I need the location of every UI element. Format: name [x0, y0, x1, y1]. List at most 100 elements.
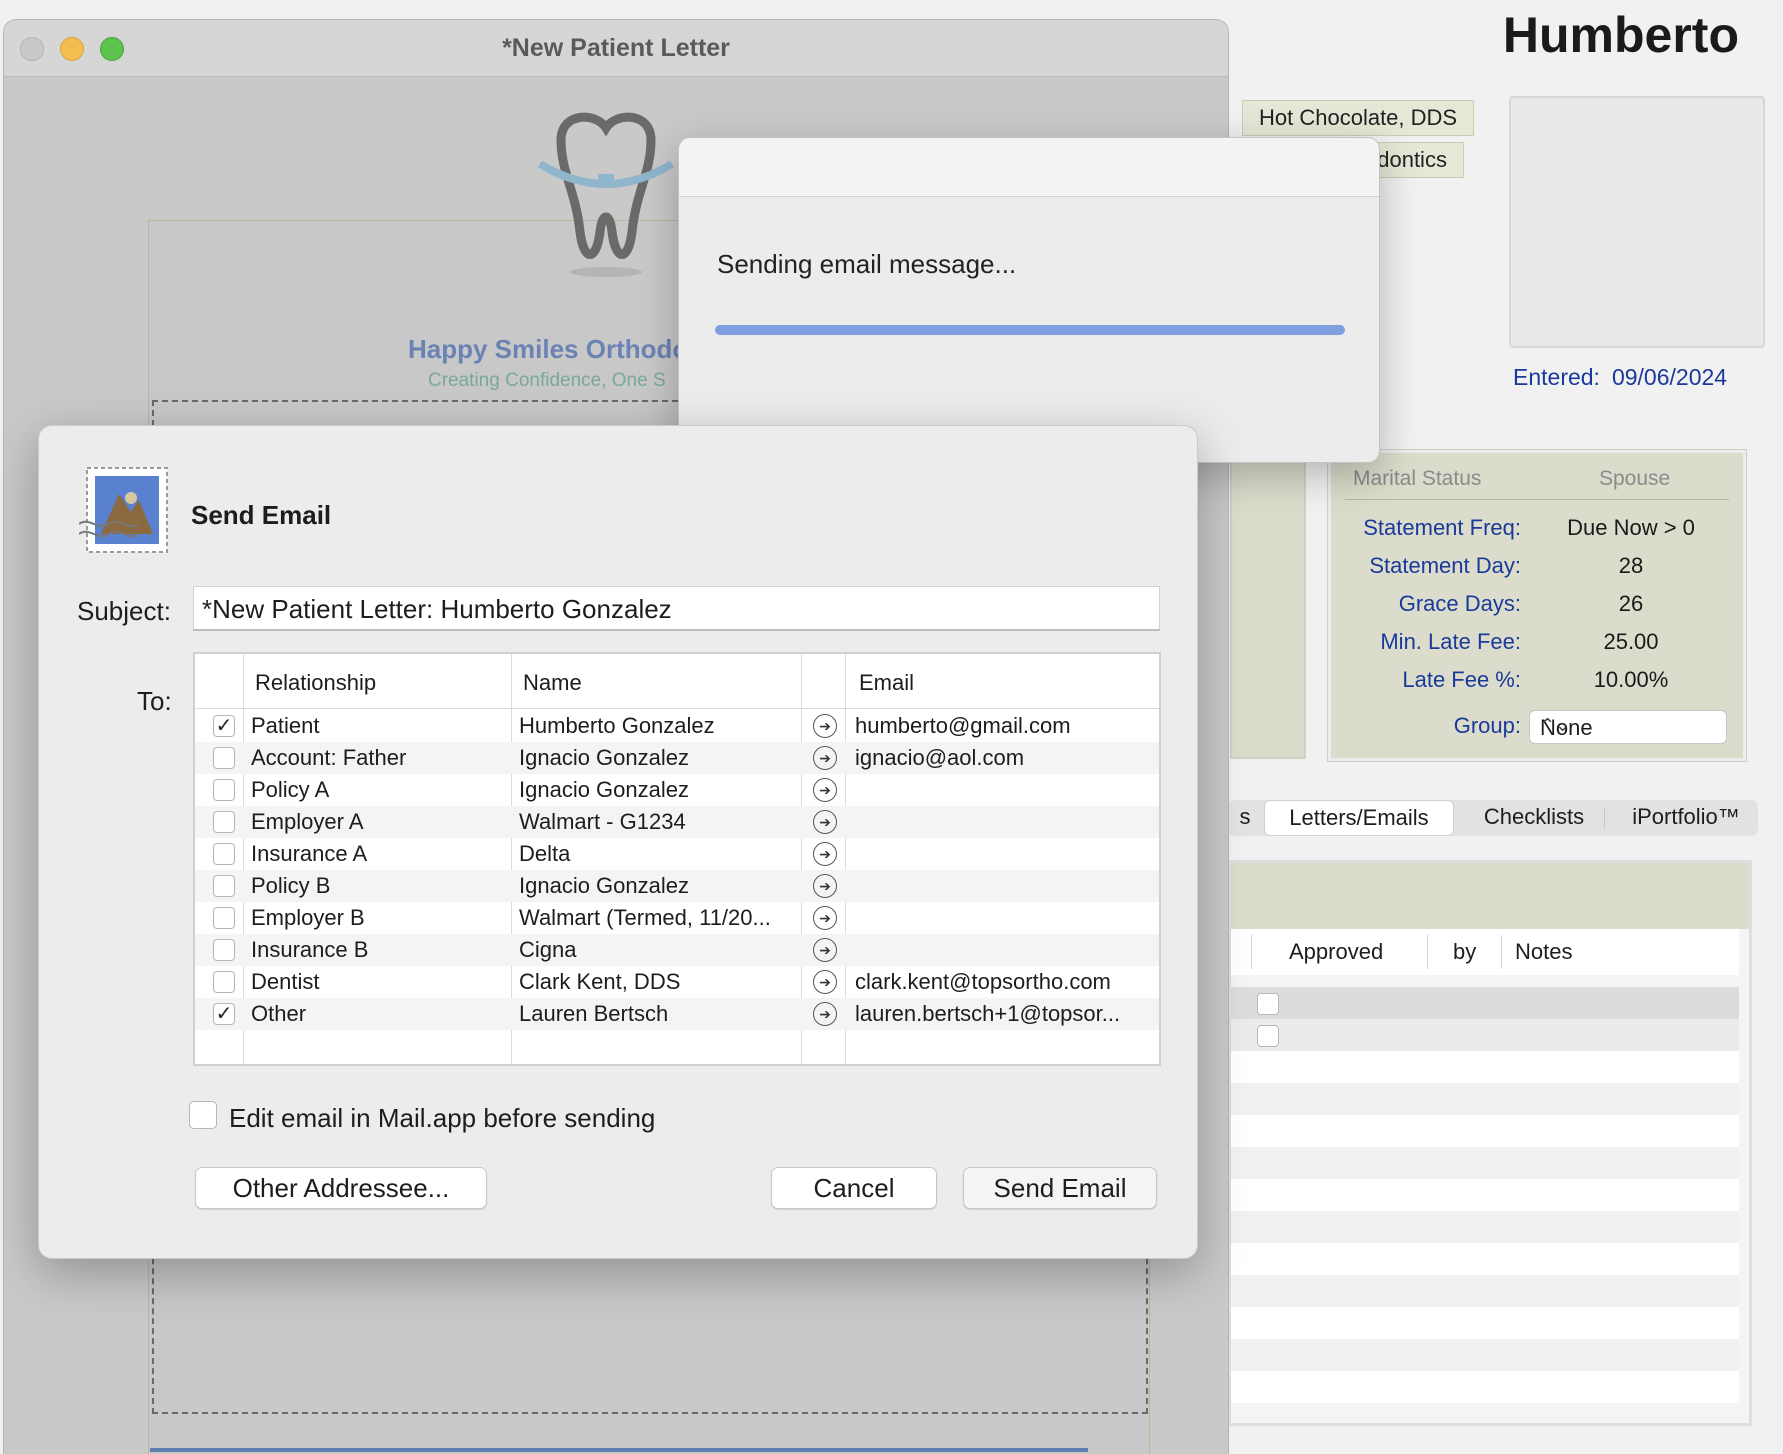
patient-photo[interactable]: [1509, 96, 1765, 348]
list-row: [1231, 1083, 1739, 1115]
row-value[interactable]: 25.00: [1561, 629, 1701, 655]
send-email-button[interactable]: Send Email: [963, 1167, 1157, 1209]
tab-partial[interactable]: s: [1228, 800, 1262, 834]
divider: [1345, 499, 1729, 500]
recipient-relationship: Insurance B: [251, 937, 369, 962]
doctor-field[interactable]: Hot Chocolate, DDS: [1242, 100, 1475, 136]
group-select[interactable]: None ⌃⌄: [1529, 710, 1727, 744]
arrow-circle-icon[interactable]: ➔: [813, 746, 837, 770]
recipients-table: Relationship Name Email ✓ Patient Humber…: [193, 652, 1161, 1066]
min-late-fee-row: Min. Late Fee: 25.00: [1331, 629, 1743, 663]
list-row: [1231, 1147, 1739, 1179]
arrow-circle-icon[interactable]: ➔: [813, 938, 837, 962]
recipient-checkbox[interactable]: [213, 843, 235, 865]
recipient-checkbox[interactable]: [213, 875, 235, 897]
recipient-row[interactable]: Policy B Ignacio Gonzalez ➔: [195, 870, 1159, 902]
edit-in-mail-checkbox[interactable]: [189, 1101, 217, 1129]
tab-separator: [1604, 808, 1605, 828]
recipient-email: ignacio@aol.com: [855, 745, 1025, 770]
patient-tabs: s Letters/Emails Checklists iPortfolio™: [1228, 800, 1758, 836]
chevron-updown-icon: ⌃⌄: [1540, 715, 1571, 735]
arrow-circle-icon[interactable]: ➔: [813, 1002, 837, 1026]
letter-titlebar: *New Patient Letter: [4, 20, 1228, 77]
row-value[interactable]: 28: [1561, 553, 1701, 579]
recipient-checkbox[interactable]: ✓: [213, 715, 235, 737]
recipient-name: Ignacio Gonzalez: [519, 745, 689, 770]
entered-date: 09/06/2024: [1611, 364, 1728, 390]
recipient-relationship: Patient: [251, 713, 320, 738]
recipient-checkbox[interactable]: [213, 779, 235, 801]
email-column-header[interactable]: Email: [859, 670, 914, 696]
progress-bar-fill: [715, 325, 1345, 335]
other-addressee-button[interactable]: Other Addressee...: [195, 1167, 487, 1209]
subject-field[interactable]: *New Patient Letter: Humberto Gonzalez: [193, 586, 1160, 631]
recipient-relationship: Other: [251, 1001, 307, 1026]
recipient-row[interactable]: Dentist Clark Kent, DDS ➔ clark.kent@top…: [195, 966, 1159, 998]
recipient-checkbox[interactable]: [213, 811, 235, 833]
recipient-row[interactable]: Insurance B Cigna ➔: [195, 934, 1159, 966]
subject-label: Subject:: [77, 596, 171, 626]
arrow-circle-icon[interactable]: ➔: [813, 778, 837, 802]
letters-list-panel: Approved by Notes: [1228, 860, 1752, 1426]
edit-in-mail-label[interactable]: Edit email in Mail.app before sending: [229, 1103, 655, 1134]
list-row[interactable]: [1231, 987, 1739, 1019]
practice-tagline: Creating Confidence, One S: [428, 370, 666, 391]
letter-footer-line: [150, 1448, 1088, 1452]
entered-label: Entered:: [1513, 364, 1600, 390]
column-separator: [1427, 935, 1428, 969]
recipient-relationship: Employer B: [251, 905, 365, 930]
arrow-circle-icon[interactable]: ➔: [813, 810, 837, 834]
name-column-header[interactable]: Name: [523, 670, 582, 696]
recipient-checkbox[interactable]: [213, 939, 235, 961]
tooth-logo-icon: [536, 112, 676, 287]
recipient-checkbox[interactable]: ✓: [213, 1003, 235, 1025]
recipient-checkbox[interactable]: [213, 907, 235, 929]
window-title: *New Patient Letter: [502, 34, 730, 62]
relationship-column-header[interactable]: Relationship: [255, 670, 376, 696]
arrow-circle-icon[interactable]: ➔: [813, 970, 837, 994]
cancel-button[interactable]: Cancel: [771, 1167, 937, 1209]
approved-checkbox[interactable]: [1257, 1025, 1279, 1047]
recipient-relationship: Policy A: [251, 777, 330, 802]
column-separator: [1251, 935, 1252, 969]
recipient-row[interactable]: Employer B Walmart (Termed, 11/20... ➔: [195, 902, 1159, 934]
row-label: Grace Days:: [1398, 591, 1521, 616]
arrow-circle-icon[interactable]: ➔: [813, 906, 837, 930]
recipient-row[interactable]: Employer A Walmart - G1234 ➔: [195, 806, 1159, 838]
recipient-name: Ignacio Gonzalez: [519, 777, 689, 802]
late-fee-pct-row: Late Fee %: 10.00%: [1331, 667, 1743, 701]
recipient-email: humberto@gmail.com: [855, 713, 1071, 738]
recipient-name: Cigna: [519, 937, 577, 962]
approved-column-header[interactable]: Approved: [1289, 939, 1383, 965]
recipient-row[interactable]: ✓ Patient Humberto Gonzalez ➔ humberto@g…: [195, 710, 1159, 742]
row-value[interactable]: 26: [1561, 591, 1701, 617]
approved-checkbox[interactable]: [1257, 993, 1279, 1015]
tab-letters-emails[interactable]: Letters/Emails: [1264, 800, 1454, 836]
row-label: Late Fee %:: [1402, 667, 1521, 692]
tab-iportfolio[interactable]: iPortfolio™: [1616, 800, 1756, 834]
row-value[interactable]: Due Now > 0: [1561, 515, 1701, 541]
recipient-row[interactable]: Policy A Ignacio Gonzalez ➔: [195, 774, 1159, 806]
arrow-circle-icon[interactable]: ➔: [813, 714, 837, 738]
recipient-row[interactable]: Account: Father Ignacio Gonzalez ➔ ignac…: [195, 742, 1159, 774]
recipient-checkbox[interactable]: [213, 971, 235, 993]
notes-column-header[interactable]: Notes: [1515, 939, 1572, 965]
list-row: [1231, 1371, 1739, 1403]
recipient-relationship: Policy B: [251, 873, 331, 898]
arrow-circle-icon[interactable]: ➔: [813, 842, 837, 866]
recipient-row[interactable]: ✓ Other Lauren Bertsch ➔ lauren.bertsch+…: [195, 998, 1159, 1030]
tab-checklists[interactable]: Checklists: [1464, 800, 1604, 834]
by-column-header[interactable]: by: [1453, 939, 1476, 965]
patient-name-heading: Humberto: [1502, 7, 1739, 63]
recipient-checkbox[interactable]: [213, 747, 235, 769]
info-panel-left: [1230, 445, 1306, 759]
row-value[interactable]: 10.00%: [1561, 667, 1701, 693]
recipient-row[interactable]: Insurance A Delta ➔: [195, 838, 1159, 870]
statement-day-row: Statement Day: 28: [1331, 553, 1743, 587]
dialog-title: Send Email: [191, 500, 332, 530]
sending-progress-dialog: Sending email message...: [678, 137, 1380, 463]
subject-value: *New Patient Letter: Humberto Gonzalez: [202, 594, 672, 624]
arrow-circle-icon[interactable]: ➔: [813, 874, 837, 898]
list-row[interactable]: [1231, 1019, 1739, 1051]
recipient-name: Clark Kent, DDS: [519, 969, 681, 994]
